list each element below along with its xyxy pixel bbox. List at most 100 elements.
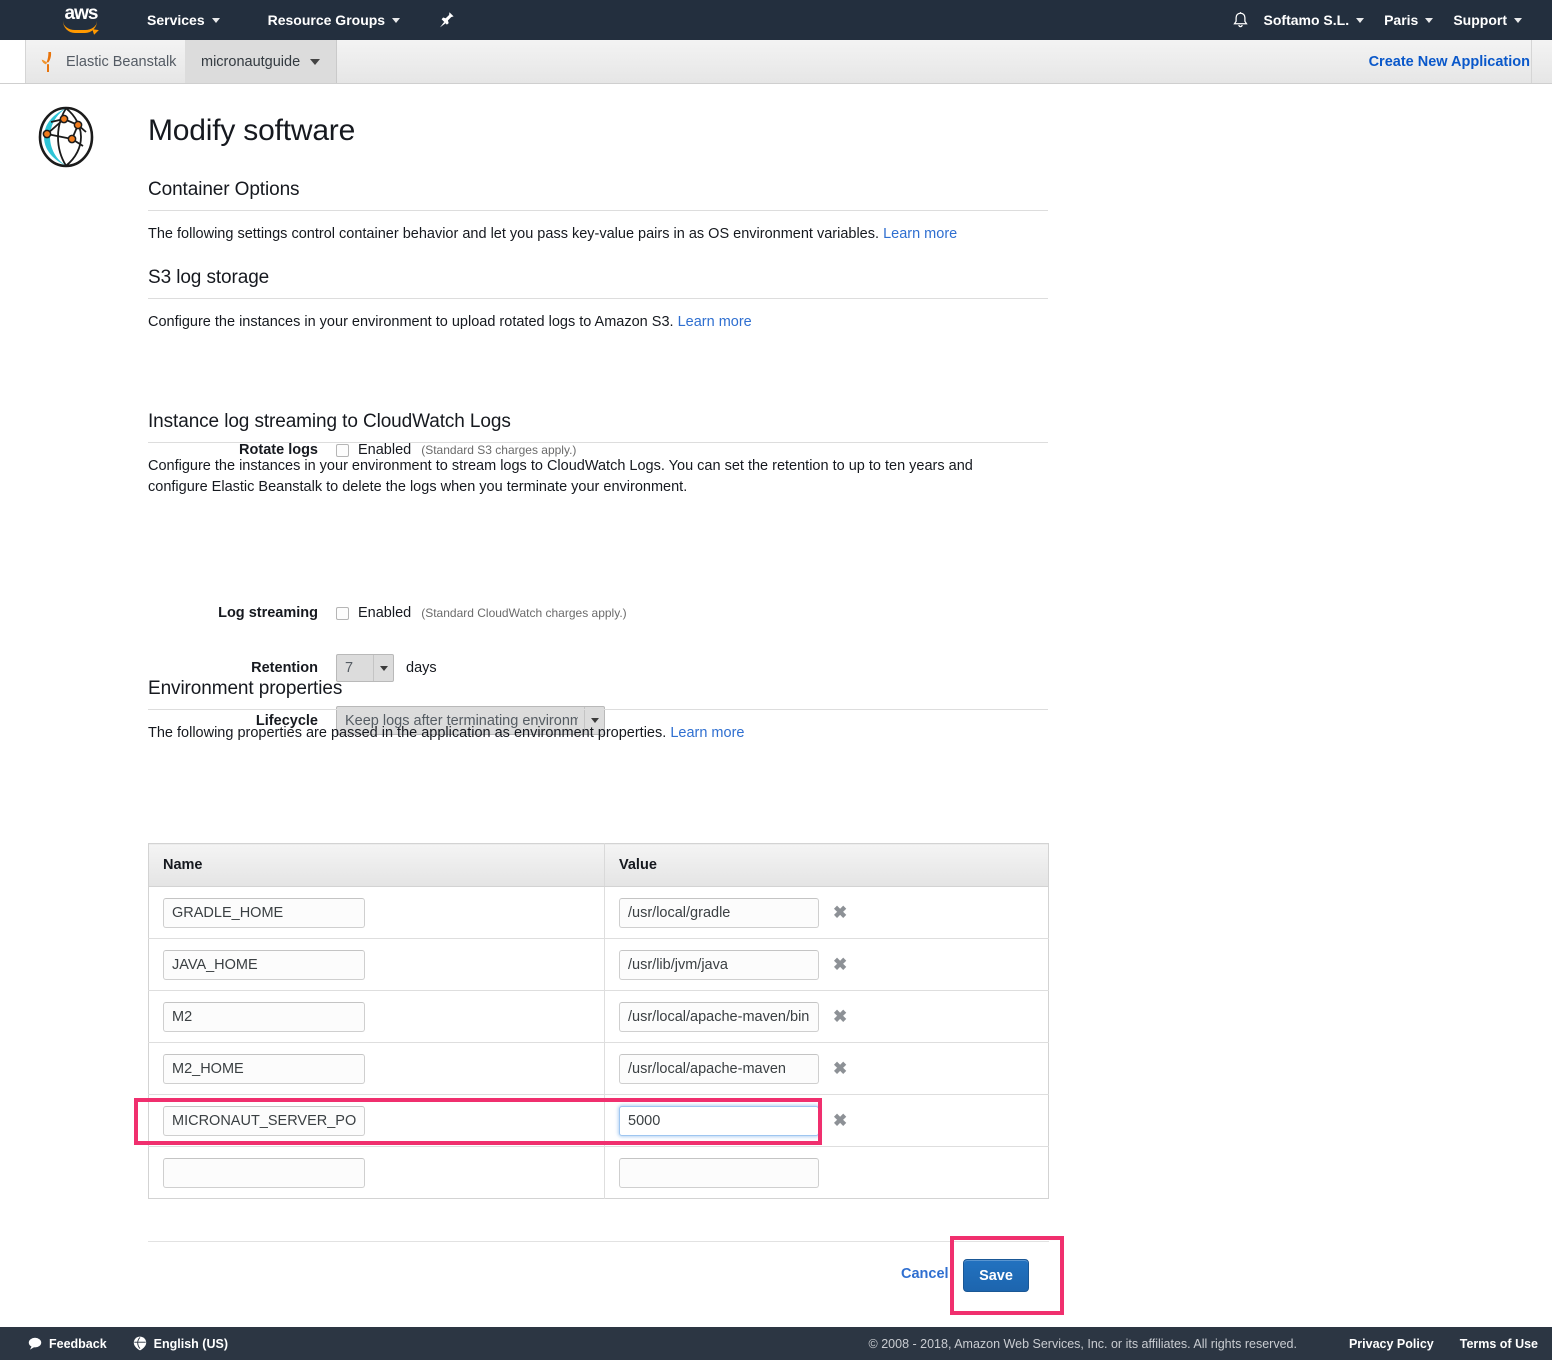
property-name-input[interactable] <box>163 1002 365 1032</box>
section-divider <box>148 210 1048 211</box>
navbar-right-group: Softamo S.L. Paris Support <box>1228 0 1552 40</box>
section-container-options: Container Options The following settings… <box>148 179 1048 260</box>
copyright-text: © 2008 - 2018, Amazon Web Services, Inc.… <box>869 1337 1297 1351</box>
table-row: ✖ <box>149 887 1049 939</box>
delete-x-icon[interactable]: ✖ <box>833 904 847 921</box>
nav-services-label: Services <box>147 0 205 40</box>
delete-x-icon[interactable]: ✖ <box>833 1008 847 1025</box>
privacy-policy-link[interactable]: Privacy Policy <box>1349 1337 1434 1351</box>
cell-value: ✖ <box>605 1095 1049 1147</box>
environment-properties-description: The following properties are passed in t… <box>148 723 1038 744</box>
s3-log-storage-description: Configure the instances in your environm… <box>148 312 1038 333</box>
pin-icon[interactable] <box>436 0 458 40</box>
table-row: ✖ <box>149 1095 1049 1147</box>
terms-of-use-link[interactable]: Terms of Use <box>1460 1337 1538 1351</box>
table-header-row: Name Value <box>149 844 1049 887</box>
chevron-down-icon <box>392 18 400 23</box>
table-row: ✖ <box>149 991 1049 1043</box>
property-name-input[interactable] <box>163 1106 365 1136</box>
section-environment-properties: Environment properties The following pro… <box>148 678 1048 759</box>
property-value-input[interactable] <box>619 1054 819 1084</box>
chevron-down-icon <box>1425 18 1433 23</box>
log-streaming-note: (Standard CloudWatch charges apply.) <box>421 606 626 620</box>
aws-logo-text: aws <box>65 5 98 22</box>
table-row <box>149 1147 1049 1199</box>
actions-divider <box>148 1241 1049 1242</box>
tabbar-right-divider <box>1531 40 1552 83</box>
property-name-input[interactable] <box>163 1054 365 1084</box>
cell-value <box>605 1147 1049 1199</box>
table-body: ✖ ✖ ✖ ✖ ✖ <box>149 887 1049 1199</box>
environment-properties-heading: Environment properties <box>148 678 1048 700</box>
aws-logo[interactable]: aws <box>57 5 105 35</box>
chevron-down-icon <box>1514 18 1522 23</box>
tab-environment-label: micronautguide <box>201 54 300 70</box>
section-cloudwatch-log-streaming: Instance log streaming to CloudWatch Log… <box>148 411 1048 513</box>
log-streaming-checkbox[interactable] <box>336 607 349 620</box>
aws-top-navbar: aws Services Resource Groups So <box>0 0 1552 40</box>
nav-resource-groups-menu[interactable]: Resource Groups <box>258 0 410 40</box>
property-value-input[interactable] <box>619 898 819 928</box>
cloudwatch-heading: Instance log streaming to CloudWatch Log… <box>148 411 1048 433</box>
cell-value: ✖ <box>605 1043 1049 1095</box>
s3-log-storage-learn-more-link[interactable]: Learn more <box>678 314 752 330</box>
footer-right-group: © 2008 - 2018, Amazon Web Services, Inc.… <box>869 1337 1538 1351</box>
elastic-beanstalk-icon <box>38 51 58 73</box>
section-divider <box>148 709 1048 710</box>
nav-resource-groups-label: Resource Groups <box>268 0 385 40</box>
chevron-down-icon <box>212 18 220 23</box>
container-options-learn-more-link[interactable]: Learn more <box>883 226 957 242</box>
create-new-application-link[interactable]: Create New Application <box>1369 40 1530 83</box>
cell-name <box>149 991 605 1043</box>
feedback-button[interactable]: Feedback <box>28 1337 107 1351</box>
property-name-input[interactable] <box>163 1158 365 1188</box>
language-label: English (US) <box>154 1337 228 1351</box>
cell-value: ✖ <box>605 991 1049 1043</box>
footer-left-group: Feedback English (US) <box>28 1336 228 1351</box>
table-row: ✖ <box>149 939 1049 991</box>
nav-region-menu[interactable]: Paris <box>1374 0 1443 40</box>
main-content: Modify software Container Options The fo… <box>0 84 1552 1327</box>
property-value-input[interactable] <box>619 1158 819 1188</box>
log-streaming-field: Log streaming Enabled (Standard CloudWat… <box>148 605 627 621</box>
section-divider <box>148 442 1048 443</box>
s3-log-storage-heading: S3 log storage <box>148 267 1048 289</box>
log-streaming-enabled-label: Enabled <box>358 605 411 621</box>
delete-x-icon[interactable]: ✖ <box>833 956 847 973</box>
environment-properties-learn-more-link[interactable]: Learn more <box>670 725 744 741</box>
property-value-input[interactable] <box>619 950 819 980</box>
nav-services-menu[interactable]: Services <box>137 0 230 40</box>
property-value-input[interactable] <box>619 1106 819 1136</box>
cell-name <box>149 1043 605 1095</box>
page-title: Modify software <box>148 114 355 148</box>
cell-name <box>149 887 605 939</box>
retention-unit-label: days <box>406 660 437 676</box>
globe-icon <box>133 1336 147 1351</box>
nav-region-label: Paris <box>1384 0 1418 40</box>
tab-elastic-beanstalk-label: Elastic Beanstalk <box>66 54 176 70</box>
delete-x-icon[interactable]: ✖ <box>833 1060 847 1077</box>
table-row: ✖ <box>149 1043 1049 1095</box>
container-options-description-text: The following settings control container… <box>148 226 879 242</box>
table-header: Name Value <box>149 844 1049 887</box>
page-footer: Feedback English (US) © 2008 - 2018, Ama… <box>0 1327 1552 1360</box>
tab-environment-micronautguide[interactable]: micronautguide <box>185 40 337 83</box>
property-value-input[interactable] <box>619 1002 819 1032</box>
speech-bubble-icon <box>28 1337 42 1350</box>
cell-value: ✖ <box>605 939 1049 991</box>
bell-icon[interactable] <box>1228 0 1254 40</box>
tab-elastic-beanstalk[interactable]: Elastic Beanstalk <box>26 40 191 83</box>
delete-x-icon[interactable]: ✖ <box>833 1112 847 1129</box>
environment-properties-table: Name Value ✖ ✖ ✖ ✖ ✖ <box>148 843 1049 1199</box>
language-selector[interactable]: English (US) <box>133 1336 228 1351</box>
save-button[interactable]: Save <box>963 1259 1029 1292</box>
environment-globe-icon <box>36 106 96 168</box>
container-options-description: The following settings control container… <box>148 224 1038 245</box>
nav-support-menu[interactable]: Support <box>1443 0 1532 40</box>
retention-label: Retention <box>148 660 318 676</box>
cancel-button[interactable]: Cancel <box>901 1266 949 1282</box>
property-name-input[interactable] <box>163 898 365 928</box>
log-streaming-label: Log streaming <box>148 605 318 621</box>
nav-account-menu[interactable]: Softamo S.L. <box>1254 0 1375 40</box>
property-name-input[interactable] <box>163 950 365 980</box>
